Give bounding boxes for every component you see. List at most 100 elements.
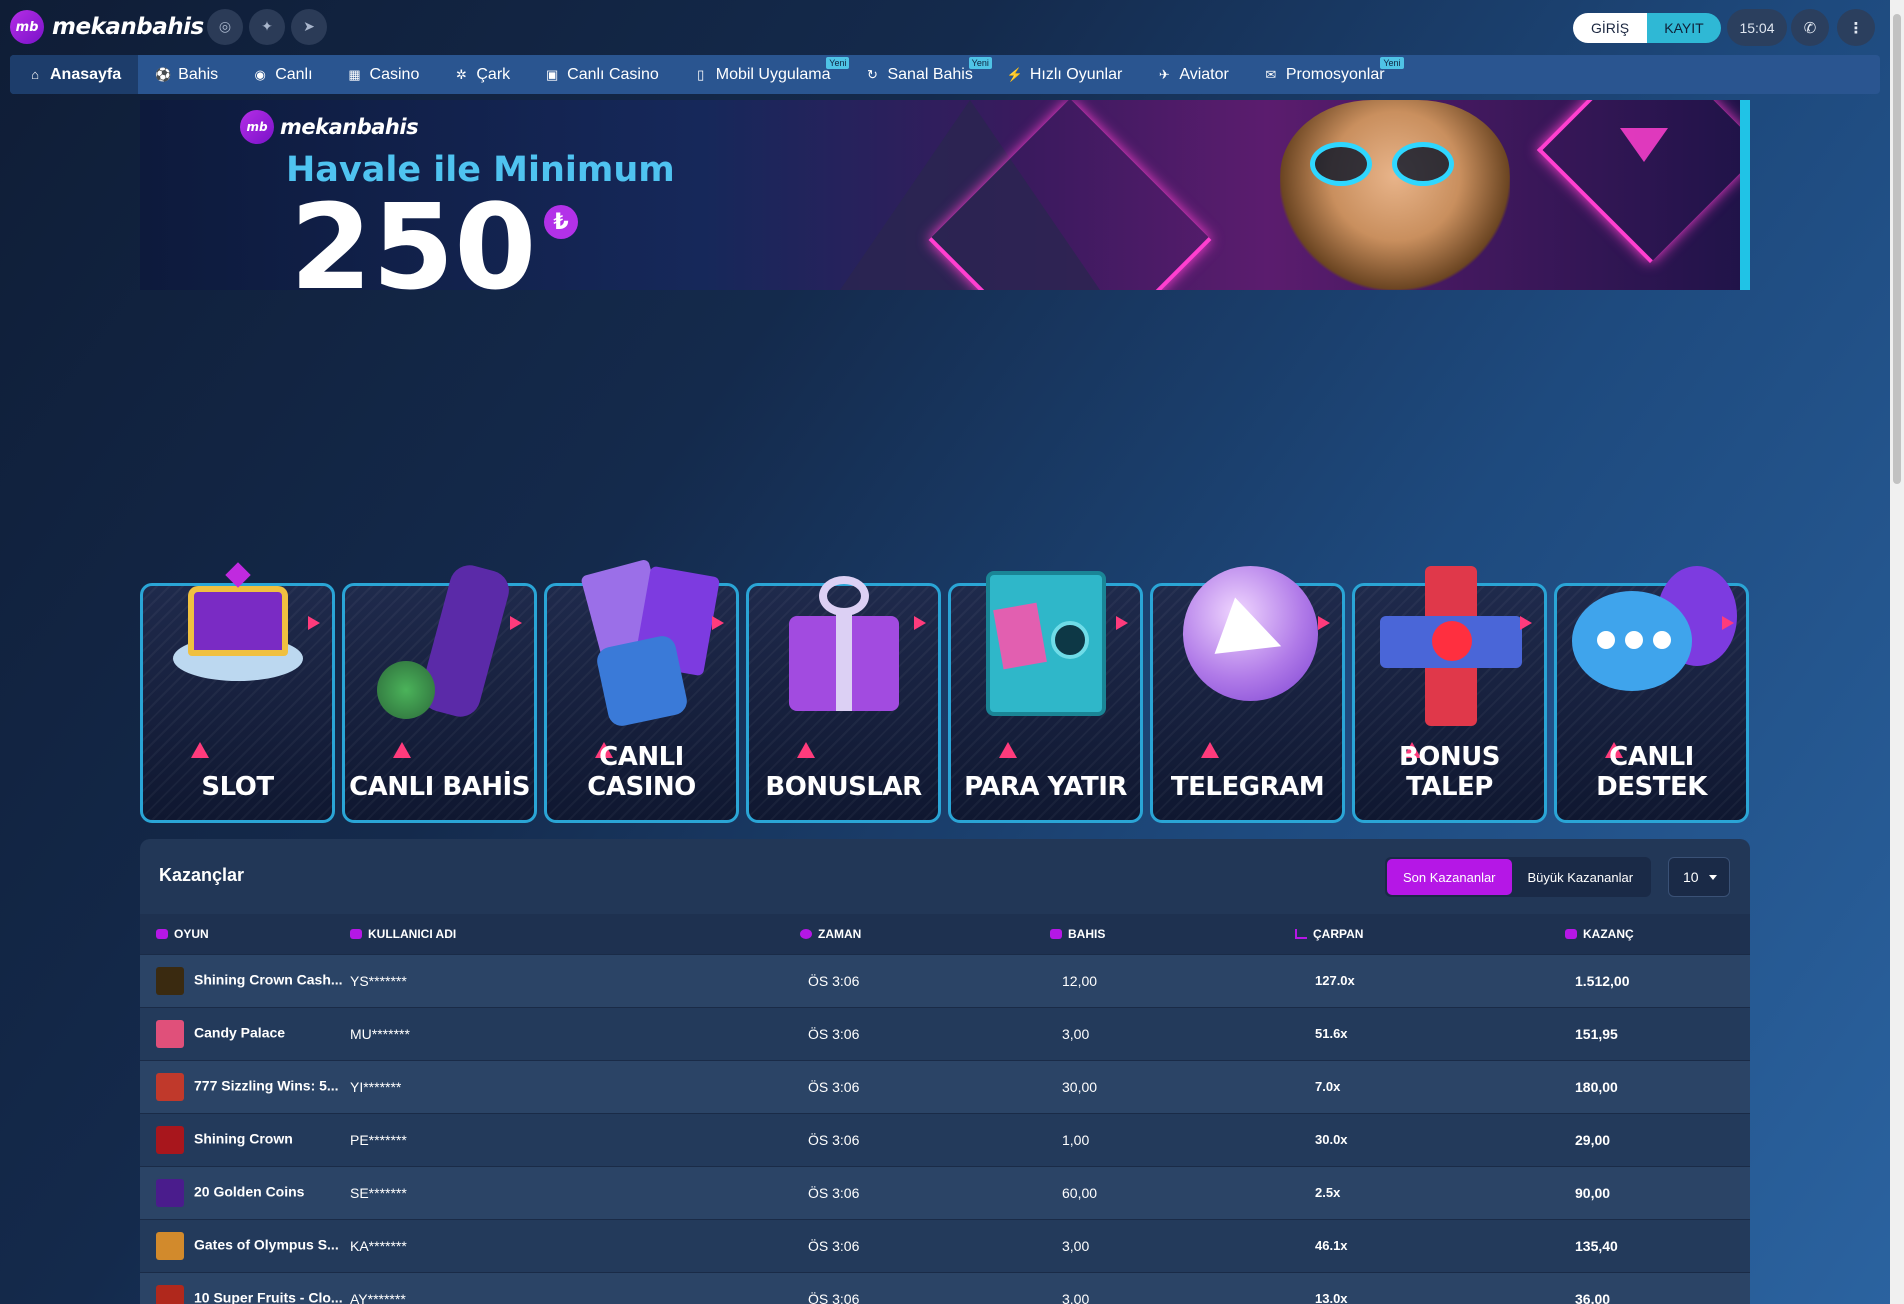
banner-amount: 250 [290,178,537,290]
coins-icon [1050,928,1062,939]
table-row[interactable]: 20 Golden Coins SE******* ÖS 3:06 60,00 2.5x… [140,1166,1750,1219]
page-scrollbar[interactable] [1890,0,1904,1304]
gamepad-icon [156,928,168,939]
banner-logo-text: mekanbahis [280,115,419,139]
cell-username: KA******* [350,1237,407,1254]
table-row[interactable]: 10 Super Fruits - Clo... AY******* ÖS 3:06… [140,1272,1750,1304]
tile-slot[interactable]: SLOT [140,562,335,823]
nav-item-mobil-uygulama[interactable]: ▯ Mobil Uygulama Yeni [676,55,850,94]
neon-triangle-decor [1201,742,1219,758]
nav-item-aviator[interactable]: ✈ Aviator [1139,55,1246,94]
tile-label: CANLI BAHİS [349,772,530,802]
instagram-button[interactable]: ◎ [207,9,243,45]
clock-icon [800,928,812,939]
tile-canli-bahi̇s[interactable]: CANLI BAHİS [342,560,537,823]
banner-model-image [1280,100,1510,290]
nav-item-label: Casino [369,65,420,83]
game-thumbnail [156,1231,184,1260]
fast-games-icon: ⚡ [1006,66,1023,82]
winners-tabs: Son Kazananlar Büyük Kazananlar [1385,857,1652,897]
neon-arrow-decor [1520,616,1532,630]
tile-bonuslar[interactable]: BONUSLAR [746,576,941,823]
banner-currency-symbol: ₺ [544,205,578,239]
new-badge: Yeni [826,57,850,69]
cell-game: Shining Crown [140,1113,350,1166]
winners-panel: Kazançlar Son Kazananlar Büyük Kazananla… [140,839,1750,1304]
table-row[interactable]: Shining Crown PE******* ÖS 3:06 1,00 30.0x 29… [140,1113,1750,1166]
cell-multiplier: 30.0x [1315,1132,1348,1147]
nav-item-label: Anasayfa [50,65,122,83]
phone-button[interactable]: ✆ [1791,9,1829,46]
tab-recent-winners[interactable]: Son Kazananlar [1387,859,1512,895]
winners-header: Kazançlar Son Kazananlar Büyük Kazananla… [140,839,1750,914]
tile-bonus-talep[interactable]: BONUS TALEP [1352,566,1547,823]
game-name: 20 Golden Coins [194,1183,305,1200]
tile-canli-destek[interactable]: CANLI DESTEK [1554,566,1749,823]
game-name: Candy Palace [194,1024,286,1041]
tile-label: SLOT [201,772,274,802]
tile-label: BONUSLAR [765,772,922,802]
cell-username: PE******* [350,1131,407,1148]
table-row[interactable]: Gates of Olympus S... KA******* ÖS 3:06 3,0… [140,1219,1750,1272]
game-thumbnail [156,1178,184,1207]
col-bet: BAHIS [1050,914,1295,954]
col-time: ZAMAN [800,914,1050,954]
tile-telegram[interactable]: TELEGRAM [1150,566,1345,823]
cell-game: 777 Sizzling Wins: 5... [140,1060,350,1113]
cell-username: YS******* [350,972,407,989]
neon-arrow-decor [1318,616,1330,630]
caret-down-icon [1709,875,1717,880]
nav-item-sanal-bahis[interactable]: ↻ Sanal Bahis Yeni [847,55,992,94]
new-badge: Yeni [1380,57,1404,69]
nav-item-anasayfa[interactable]: ⌂ Anasayfa [10,55,139,94]
nav-item-bahis[interactable]: ⚽ Bahis [138,55,235,94]
cell-winnings: 1.512,00 [1575,972,1630,989]
nav-item-canlı[interactable]: ◉ Canlı [235,55,329,94]
neon-triangle-decor [191,742,209,758]
more-menu-button[interactable]: ⋮ [1837,9,1875,46]
game-thumbnail [156,1284,184,1304]
cell-multiplier: 127.0x [1315,973,1355,988]
cell-bet: 60,00 [1062,1184,1098,1201]
banner-logo-badge: mb [240,110,274,144]
cell-username: YI******* [350,1078,402,1095]
col-winnings: KAZANÇ [1565,914,1750,954]
game-thumbnail [156,1072,184,1101]
page-size-select[interactable]: 10 [1668,857,1730,897]
user-icon [350,928,362,939]
twitter-button[interactable]: ✦ [249,9,285,45]
scrollbar-thumb[interactable] [1893,14,1901,484]
nav-item-casino[interactable]: ▦ Casino [330,55,437,94]
winners-table: OYUN KULLANICI ADI ZAMAN BAHIS ÇARPAN KA… [140,914,1750,1304]
cell-multiplier: 51.6x [1315,1026,1348,1041]
tile-canli-casino[interactable]: CANLI CASINO [544,558,739,823]
telegram-button[interactable]: ➤ [291,9,327,45]
nav-item-promosyonlar[interactable]: ✉ Promosyonlar Yeni [1246,55,1404,94]
banner-edge [1740,100,1750,290]
table-row[interactable]: Shining Crown Cash... YS******* ÖS 3:06 12,… [140,954,1750,1007]
promo-banner[interactable]: mb mekanbahis Havale ile Minimum 250 ₺ [140,100,1750,290]
cell-multiplier: 2.5x [1315,1185,1341,1200]
cell-multiplier: 7.0x [1315,1079,1341,1094]
table-row[interactable]: Candy Palace MU******* ÖS 3:06 3,00 51.6x 151… [140,1007,1750,1060]
home-icon: ⌂ [31,67,39,82]
logo-text: mekanbahis [52,14,204,40]
site-logo[interactable]: mb mekanbahis [10,10,204,44]
cell-bet: 3,00 [1062,1025,1090,1042]
cell-game: Candy Palace [140,1007,350,1060]
nav-item-hızlı-oyunlar[interactable]: ⚡ Hızlı Oyunlar [990,55,1139,94]
cell-bet: 3,00 [1062,1237,1090,1254]
neon-arrow-decor [1722,616,1734,630]
nav-item-çark[interactable]: ✲ Çark [436,55,527,94]
cell-time: ÖS 3:06 [808,1184,860,1201]
tab-big-winners[interactable]: Büyük Kazananlar [1512,859,1650,895]
casino-icon: ▦ [348,66,361,82]
social-links: ◎ ✦ ➤ [207,9,327,45]
cell-winnings: 90,00 [1575,1184,1611,1201]
cell-time: ÖS 3:06 [808,1290,860,1304]
login-button[interactable]: GİRİŞ [1573,13,1647,43]
nav-item-canlı-casino[interactable]: ▣ Canlı Casino [527,55,676,94]
register-button[interactable]: KAYIT [1647,13,1721,43]
tile-para-yatir[interactable]: PARA YATIR [948,571,1143,823]
table-row[interactable]: 777 Sizzling Wins: 5... YI******* ÖS 3:06 3… [140,1060,1750,1113]
